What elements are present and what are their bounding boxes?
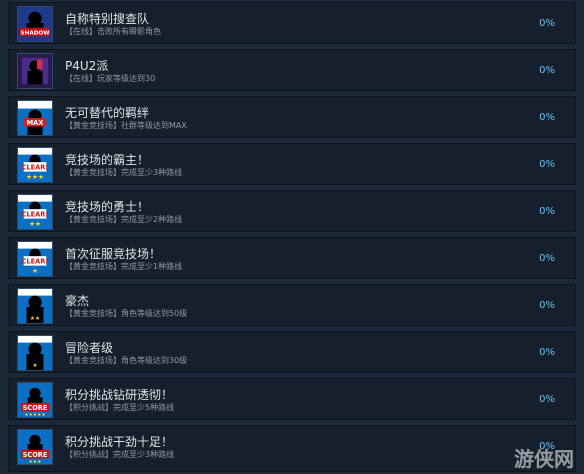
achievement-title: 竞技场的勇士！ bbox=[65, 200, 150, 214]
achievement-title: 冒险者级 bbox=[65, 341, 114, 355]
achievement-description: 【黄金竞技场】角色等级达到50级 bbox=[65, 309, 188, 318]
clear-1-icon: CLEAR! ★ bbox=[17, 241, 53, 277]
achievement-row[interactable]: CLEAR! ★★ 竞技场的勇士！ 【黄金竞技场】完成至少2种路线 0% bbox=[8, 190, 576, 232]
achievement-row[interactable]: SCORE ★★★★★ 积分挑战钻研透彻！ 【积分挑战】完成至少5种路线 0% bbox=[8, 378, 576, 420]
achievement-description: 【黄金竞技场】社群等级达到MAX bbox=[65, 121, 187, 130]
achievement-row[interactable]: ★ 冒险者级 【黄金竞技场】角色等级达到30级 0% bbox=[8, 331, 576, 373]
achievement-row[interactable]: CLEAR! ★ 首次征服竞技场！ 【黄金竞技场】完成至少1种路线 0% bbox=[8, 237, 576, 279]
achievement-description: 【黄金竞技场】完成至少1种路线 bbox=[65, 262, 183, 271]
badge-text: CLEAR! bbox=[22, 164, 49, 172]
achievement-title: 竞技场的霸主！ bbox=[65, 153, 150, 167]
svg-text:★: ★ bbox=[32, 267, 38, 275]
unlock-percent: 0% bbox=[539, 206, 555, 217]
achievement-title: P4U2派 bbox=[65, 59, 109, 73]
achievement-title: 豪杰 bbox=[65, 294, 90, 308]
badge-text: SHADOW bbox=[21, 30, 51, 36]
unlock-percent: 0% bbox=[539, 300, 555, 311]
svg-text:★★★★★: ★★★★★ bbox=[24, 412, 45, 417]
svg-text:★: ★ bbox=[32, 362, 37, 369]
achievement-row[interactable]: SHADOW 自称特别搜查队 【在线】击败所有瞬影角色 0% bbox=[8, 2, 576, 44]
achievement-description: 【在线】玩家等级达到30 bbox=[65, 74, 156, 83]
unlock-percent: 0% bbox=[539, 394, 555, 405]
score-icon: SCORE ★★★★★ bbox=[17, 382, 53, 418]
svg-text:★★: ★★ bbox=[29, 220, 41, 228]
watermark-logo: 游侠网 bbox=[514, 447, 574, 471]
achievement-row[interactable]: MAX 无可替代的羁绊 【黄金竞技场】社群等级达到MAX 0% bbox=[8, 96, 576, 138]
achievement-description: 【在线】击败所有瞬影角色 bbox=[65, 27, 161, 36]
score-icon: SCORE ★★★ bbox=[17, 429, 53, 465]
achievement-description: 【积分挑战】完成至少3种路线 bbox=[65, 450, 175, 459]
achievement-title: 积分挑战干劲十足！ bbox=[65, 435, 174, 449]
unlock-percent: 0% bbox=[539, 253, 555, 264]
svg-text:★★: ★★ bbox=[30, 315, 40, 322]
achievement-title: 无可替代的羁绊 bbox=[65, 106, 150, 120]
achievement-row[interactable]: CLEAR! ★★★ 竞技场的霸主！ 【黄金竞技场】完成至少3种路线 0% bbox=[8, 143, 576, 185]
clear-2-icon: CLEAR! ★★ bbox=[17, 194, 53, 230]
svg-text:★★★: ★★★ bbox=[26, 173, 44, 181]
badge-text: CLEAR! bbox=[22, 258, 49, 266]
golden-arena-icon: ★ bbox=[17, 335, 53, 371]
achievement-row[interactable]: ★★ 豪杰 【黄金竞技场】角色等级达到50级 0% bbox=[8, 284, 576, 326]
badge-text: SCORE bbox=[23, 451, 48, 459]
achievement-row[interactable]: P4U2派 【在线】玩家等级达到30 0% bbox=[8, 49, 576, 91]
p4u2-icon bbox=[17, 53, 53, 89]
unlock-percent: 0% bbox=[539, 347, 555, 358]
max-icon: MAX bbox=[17, 100, 53, 136]
badge-text: SCORE bbox=[23, 404, 48, 412]
badge-text: CLEAR! bbox=[22, 211, 49, 219]
achievement-title: 自称特别搜查队 bbox=[65, 12, 150, 26]
unlock-percent: 0% bbox=[539, 112, 555, 123]
clear-3-icon: CLEAR! ★★★ bbox=[17, 147, 53, 183]
achievement-title: 积分挑战钻研透彻！ bbox=[65, 388, 174, 402]
achievement-title: 首次征服竞技场！ bbox=[65, 247, 162, 261]
golden-arena-icon: ★★ bbox=[17, 288, 53, 324]
achievement-description: 【黄金竞技场】完成至少2种路线 bbox=[65, 215, 183, 224]
achievement-row[interactable]: SCORE ★★★ 积分挑战干劲十足！ 【积分挑战】完成至少3种路线 0% bbox=[8, 425, 576, 472]
achievement-description: 【黄金竞技场】完成至少3种路线 bbox=[65, 168, 183, 177]
shadow-icon: SHADOW bbox=[17, 6, 53, 42]
achievement-description: 【黄金竞技场】角色等级达到30级 bbox=[65, 356, 188, 365]
svg-text:★★★: ★★★ bbox=[29, 459, 42, 464]
unlock-percent: 0% bbox=[539, 18, 555, 29]
badge-text: MAX bbox=[27, 119, 44, 127]
achievement-list: SHADOW 自称特别搜查队 【在线】击败所有瞬影角色 0% P4U2派 【在线… bbox=[0, 0, 584, 474]
achievement-description: 【积分挑战】完成至少5种路线 bbox=[65, 403, 175, 412]
unlock-percent: 0% bbox=[539, 159, 555, 170]
unlock-percent: 0% bbox=[539, 65, 555, 76]
